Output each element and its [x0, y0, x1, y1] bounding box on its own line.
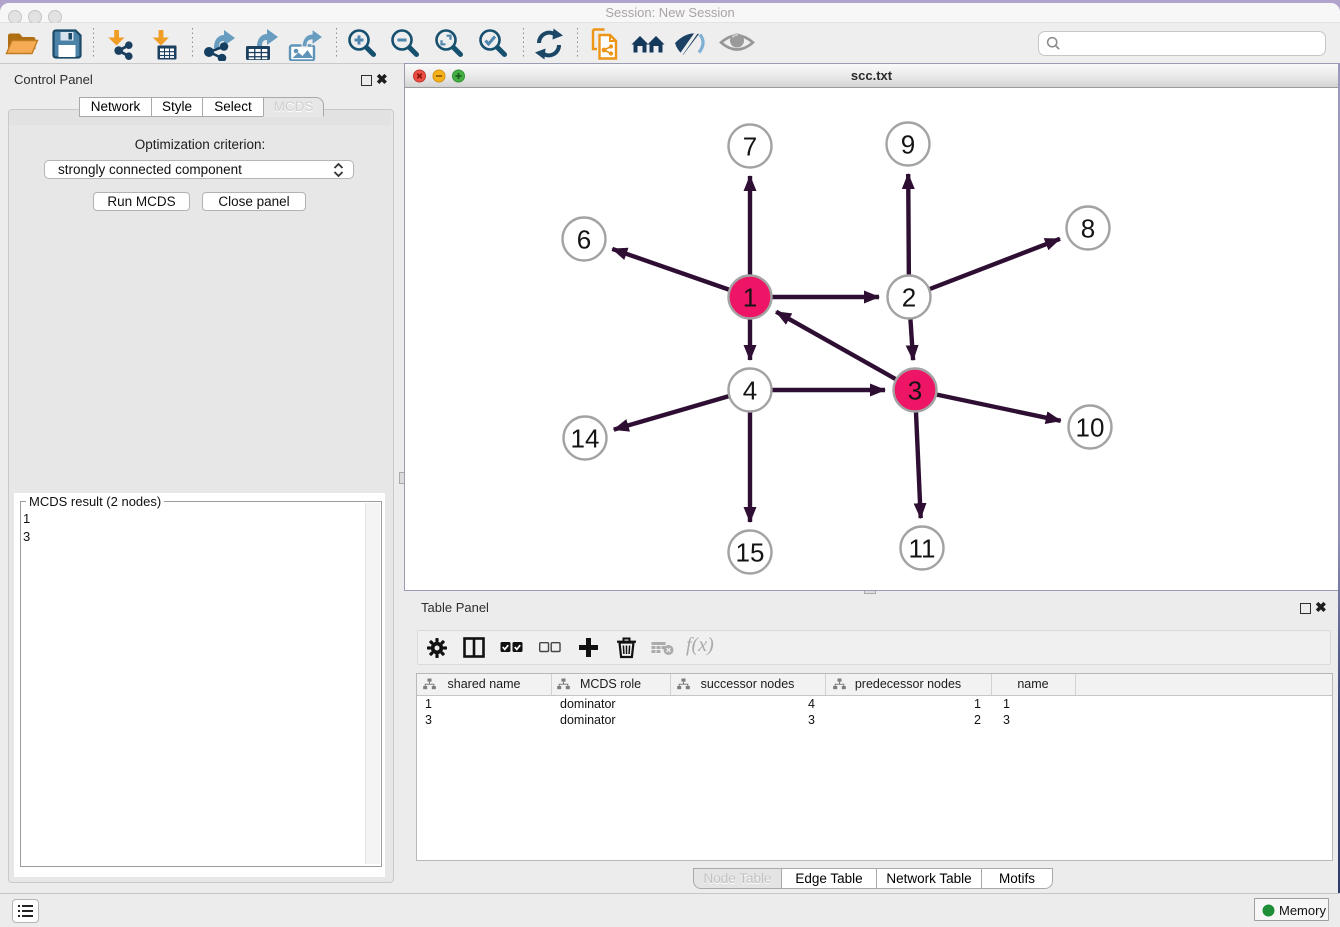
svg-text:11: 11 — [909, 534, 936, 564]
svg-text:6: 6 — [577, 225, 591, 255]
svg-text:8: 8 — [1081, 214, 1095, 244]
svg-text:14: 14 — [571, 424, 600, 454]
svg-text:9: 9 — [901, 130, 915, 160]
svg-text:2: 2 — [902, 283, 916, 313]
svg-text:15: 15 — [736, 538, 765, 568]
svg-text:10: 10 — [1076, 413, 1105, 443]
svg-text:3: 3 — [908, 376, 922, 406]
svg-text:1: 1 — [743, 283, 757, 313]
svg-text:7: 7 — [743, 132, 757, 162]
svg-text:4: 4 — [743, 376, 757, 406]
